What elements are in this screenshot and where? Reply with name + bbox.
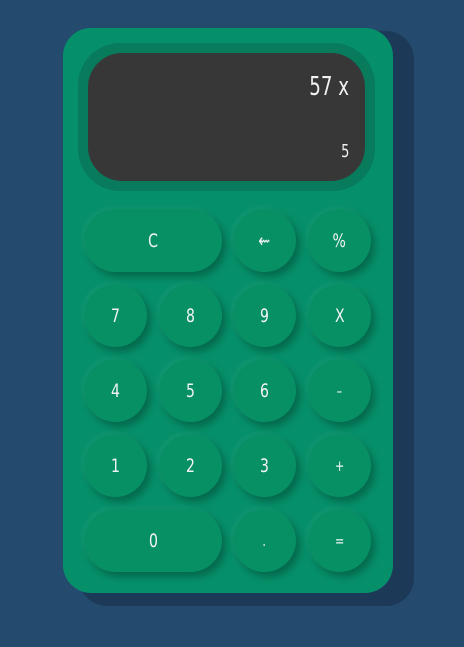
multiply-button[interactable]: X (308, 284, 371, 347)
digit-6-label: 6 (260, 379, 269, 402)
digit-9-button[interactable]: 9 (233, 284, 296, 347)
current-value-text: 5 (340, 141, 349, 162)
backspace-icon: ⇜ (258, 229, 271, 252)
digit-3-button[interactable]: 3 (233, 434, 296, 497)
percent-button[interactable]: % (308, 209, 371, 272)
digit-5-label: 5 (186, 379, 195, 402)
clear-button[interactable]: C (84, 209, 222, 272)
equals-button[interactable]: = (308, 509, 371, 572)
decimal-button[interactable]: . (233, 509, 296, 572)
digit-2-label: 2 (186, 454, 195, 477)
digit-6-button[interactable]: 6 (233, 359, 296, 422)
decimal-label: . (262, 531, 267, 550)
minus-button[interactable]: – (308, 359, 371, 422)
calculator-body: 57 x 5 C ⇜ % 7 8 9 X 4 5 6 – 1 2 3 + 0 .… (63, 28, 393, 593)
digit-9-label: 9 (260, 304, 269, 327)
digit-5-button[interactable]: 5 (159, 359, 222, 422)
display-rim: 57 x 5 (78, 43, 375, 191)
digit-0-label: 0 (148, 529, 158, 552)
plus-button[interactable]: + (308, 434, 371, 497)
digit-3-label: 3 (260, 454, 269, 477)
backspace-button[interactable]: ⇜ (233, 209, 296, 272)
digit-7-label: 7 (111, 304, 120, 327)
digit-7-button[interactable]: 7 (84, 284, 147, 347)
percent-button-label: % (332, 229, 347, 252)
digit-1-button[interactable]: 1 (84, 434, 147, 497)
clear-button-label: C (148, 229, 158, 252)
digit-8-label: 8 (186, 304, 195, 327)
display-screen: 57 x 5 (88, 53, 365, 181)
multiply-label: X (334, 304, 345, 327)
calculator-scene: 57 x 5 C ⇜ % 7 8 9 X 4 5 6 – 1 2 3 + 0 .… (0, 0, 464, 647)
digit-2-button[interactable]: 2 (159, 434, 222, 497)
equals-label: = (334, 531, 345, 550)
digit-4-button[interactable]: 4 (84, 359, 147, 422)
digit-1-label: 1 (111, 454, 120, 477)
plus-label: + (334, 456, 345, 475)
digit-8-button[interactable]: 8 (159, 284, 222, 347)
digit-4-label: 4 (111, 379, 120, 402)
expression-text: 57 x (309, 72, 349, 102)
minus-label: – (336, 381, 343, 400)
digit-0-button[interactable]: 0 (84, 509, 222, 572)
